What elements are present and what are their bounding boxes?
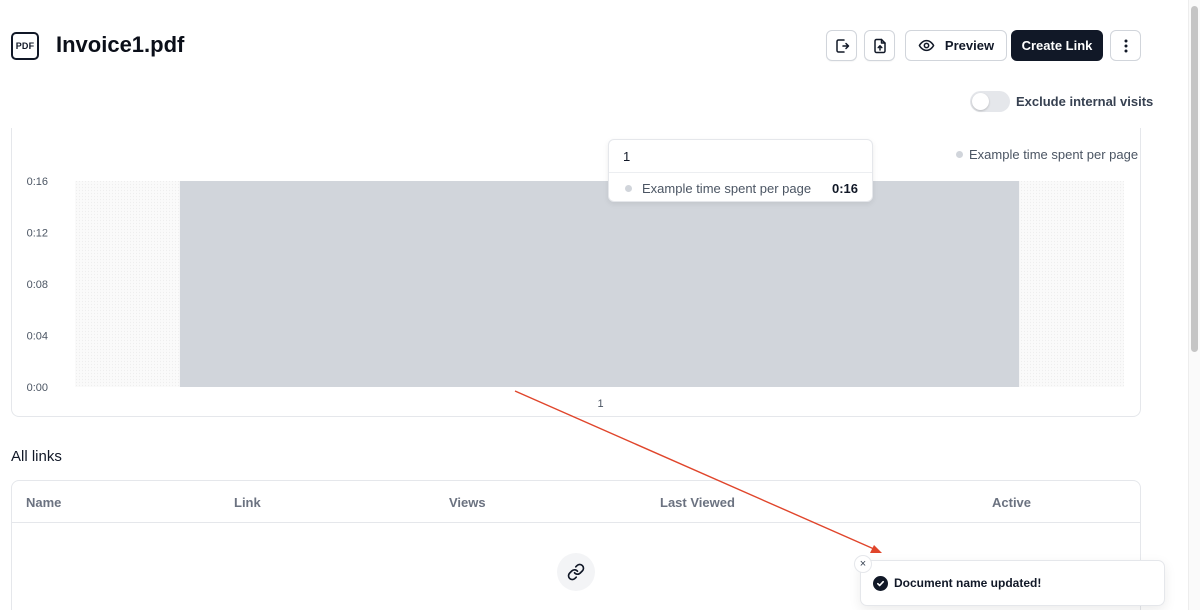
- column-header-link[interactable]: Link: [234, 495, 261, 510]
- time-per-page-chart: 0:00 0:04 0:08 0:12 0:16 1: [27, 176, 1124, 410]
- tooltip-row: Example time spent per page 0:16: [625, 181, 858, 196]
- tooltip-value: 0:16: [831, 181, 858, 196]
- y-tick-label: 0:16: [27, 176, 48, 188]
- y-tick-label: 0:12: [27, 228, 48, 240]
- y-tick-label: 0:08: [27, 279, 48, 291]
- y-tick-label: 0:04: [27, 331, 48, 343]
- tooltip-series-label: Example time spent per page: [642, 181, 812, 196]
- chart-legend: Example time spent per page: [956, 147, 1138, 162]
- close-icon: ×: [859, 558, 867, 570]
- document-page: PDF Invoice1.pdf Preview Create Link Exc…: [0, 0, 1188, 610]
- legend-swatch: [956, 151, 963, 158]
- legend-label: Example time spent per page: [969, 147, 1139, 162]
- x-tick-label: 1: [597, 398, 603, 410]
- toast-notification: Document name updated!: [860, 560, 1165, 606]
- column-header-active[interactable]: Active: [992, 495, 1031, 510]
- column-header-last-viewed[interactable]: Last Viewed: [660, 495, 735, 510]
- check-circle-icon: [873, 576, 888, 591]
- tooltip-swatch: [625, 185, 632, 192]
- toast-message: Document name updated!: [894, 576, 1042, 590]
- y-tick-label: 0:00: [27, 382, 48, 394]
- chart-tooltip: 1 Example time spent per page 0:16: [608, 139, 873, 202]
- link-icon: [567, 563, 585, 581]
- tooltip-title: 1: [623, 149, 631, 164]
- all-links-heading: All links: [11, 448, 62, 465]
- column-header-name[interactable]: Name: [26, 495, 61, 510]
- toast-close-button[interactable]: ×: [854, 555, 872, 573]
- chart-bar[interactable]: [179, 181, 1020, 387]
- page-scrollbar[interactable]: [1188, 0, 1200, 610]
- empty-links-illustration: [557, 553, 595, 591]
- tooltip-divider: [609, 172, 872, 173]
- column-header-views[interactable]: Views: [449, 495, 486, 510]
- links-table-header: Name Link Views Last Viewed Active: [12, 481, 1140, 523]
- scrollbar-thumb[interactable]: [1191, 6, 1198, 352]
